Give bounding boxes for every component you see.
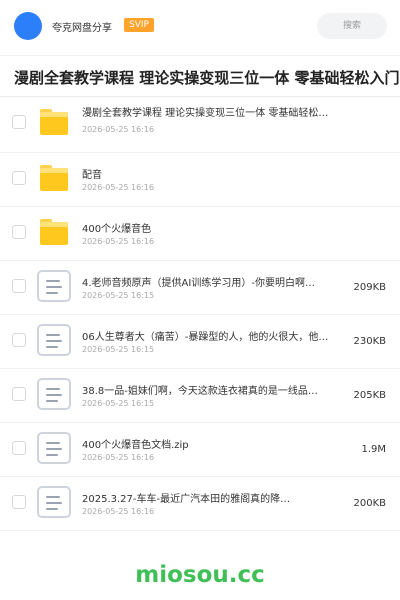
file-date: 2026-05-25 16:16: [82, 507, 155, 516]
folder-title-bar: 漫剧全套教学课程 理论实操变现三位一体 零基础轻松入门 ·: [0, 55, 400, 97]
select-checkbox[interactable]: [12, 495, 26, 509]
file-name: 06人生尊者大（痛苦）-暴躁型的人，他的火很大，他…: [82, 332, 329, 343]
file-date: 2026-05-25 16:15: [82, 291, 155, 300]
folder-icon: [40, 219, 68, 245]
file-size: 230KB: [353, 336, 386, 347]
watermark: miosou.cc: [135, 562, 265, 588]
file-size: 209KB: [353, 282, 386, 293]
list-item[interactable]: 配音 2026-05-25 16:16: [0, 153, 400, 207]
file-name: 配音: [82, 170, 102, 181]
file-size: 205KB: [353, 390, 386, 401]
list-item[interactable]: 漫剧全套教学课程 理论实操变现三位一体 零基础轻松… 2026-05-25 16…: [0, 97, 400, 153]
list-item[interactable]: 2025.3.27-车车-最近广汽本田的雅阁真的降… 2026-05-25 16…: [0, 477, 400, 531]
list-item[interactable]: 06人生尊者大（痛苦）-暴躁型的人，他的火很大，他… 2026-05-25 16…: [0, 315, 400, 369]
file-name: 38.8一品-姐妹们啊，今天这款连衣裙真的是一线品…: [82, 386, 318, 397]
search-input[interactable]: 搜索: [317, 13, 387, 39]
select-checkbox[interactable]: [12, 279, 26, 293]
share-user-name: 夸克网盘分享: [52, 23, 112, 34]
document-icon: [37, 324, 71, 356]
select-checkbox[interactable]: [12, 225, 26, 239]
file-date: 2026-05-25 16:15: [82, 399, 155, 408]
file-size: 1.9M: [361, 444, 386, 455]
select-checkbox[interactable]: [12, 441, 26, 455]
file-name: 400个火爆音色: [82, 224, 152, 235]
select-checkbox[interactable]: [12, 333, 26, 347]
svip-badge: SVIP: [124, 18, 154, 32]
file-date: 2026-05-25 16:16: [82, 183, 155, 192]
file-date: 2026-05-25 16:16: [82, 453, 155, 462]
file-name: 400个火爆音色文档.zip: [82, 440, 189, 451]
list-item[interactable]: 400个火爆音色文档.zip 2026-05-25 16:16 1.9M: [0, 423, 400, 477]
folder-icon: [40, 109, 68, 135]
select-checkbox[interactable]: [12, 115, 26, 129]
file-size: 200KB: [353, 498, 386, 509]
list-item[interactable]: 400个火爆音色 2026-05-25 16:16: [0, 207, 400, 261]
file-date: 2026-05-25 16:16: [82, 237, 155, 246]
list-item[interactable]: 4.老师音频原声（提供AI训练学习用）-你要明白啊… 2026-05-25 16…: [0, 261, 400, 315]
document-icon: [37, 486, 71, 518]
file-date: 2026-05-25 16:15: [82, 345, 155, 354]
select-checkbox[interactable]: [12, 171, 26, 185]
file-list: 漫剧全套教学课程 理论实操变现三位一体 零基础轻松… 2026-05-25 16…: [0, 97, 400, 531]
list-item[interactable]: 38.8一品-姐妹们啊，今天这款连衣裙真的是一线品… 2026-05-25 16…: [0, 369, 400, 423]
folder-icon: [40, 165, 68, 191]
file-name: 4.老师音频原声（提供AI训练学习用）-你要明白啊…: [82, 278, 315, 289]
select-checkbox[interactable]: [12, 387, 26, 401]
file-name: 2025.3.27-车车-最近广汽本田的雅阁真的降…: [82, 494, 291, 505]
file-date: 2026-05-25 16:16: [82, 125, 155, 134]
document-icon: [37, 378, 71, 410]
avatar[interactable]: [14, 12, 42, 40]
page-title: 漫剧全套教学课程 理论实操变现三位一体 零基础轻松入门 ·: [14, 69, 400, 87]
document-icon: [37, 270, 71, 302]
header-bar: 夸克网盘分享 SVIP 搜索: [0, 0, 400, 52]
document-icon: [37, 432, 71, 464]
